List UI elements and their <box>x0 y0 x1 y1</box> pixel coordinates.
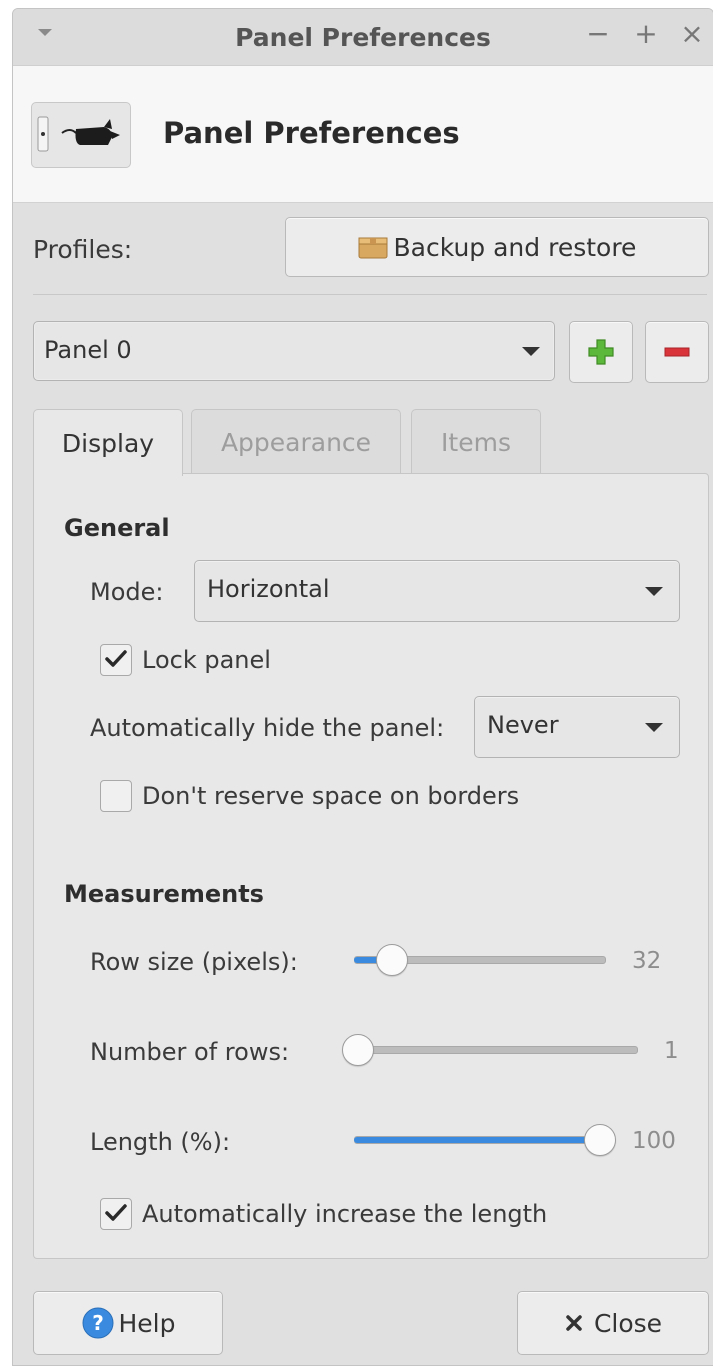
tab-appearance-label: Appearance <box>220 427 372 457</box>
svg-text:?: ? <box>92 1311 104 1335</box>
mode-select-value: Horizontal <box>207 575 330 603</box>
remove-panel-button[interactable] <box>645 321 709 383</box>
close-window-button[interactable]: × <box>677 19 707 49</box>
length-label: Length (%): <box>90 1128 231 1156</box>
tab-items[interactable]: Items <box>411 409 541 474</box>
autohide-select-value: Never <box>487 711 559 739</box>
length-slider-handle[interactable] <box>584 1124 616 1156</box>
chevron-down-icon <box>645 587 663 596</box>
chevron-down-icon <box>522 347 540 356</box>
rows-slider-handle[interactable] <box>342 1034 374 1066</box>
minimize-button[interactable]: − <box>583 19 613 49</box>
chevron-down-icon <box>645 723 663 732</box>
mode-select[interactable]: Horizontal <box>194 560 680 622</box>
autohide-label: Automatically hide the panel: <box>90 714 445 742</box>
dont-reserve-space-checkbox[interactable] <box>100 780 132 812</box>
tab-appearance[interactable]: Appearance <box>191 409 401 474</box>
dialog-header: Panel Preferences <box>13 66 713 203</box>
lock-panel-checkbox[interactable] <box>100 644 132 676</box>
header-title: Panel Preferences <box>163 116 460 150</box>
x-icon <box>566 1315 582 1331</box>
help-label: Help <box>118 1308 176 1338</box>
auto-increase-length-checkbox[interactable] <box>100 1198 132 1230</box>
help-question-icon: ? <box>82 1307 113 1339</box>
panel-preferences-window: Panel Preferences − + × Panel Preference… <box>12 8 713 1366</box>
help-button[interactable]: ? Help <box>33 1291 223 1355</box>
length-value: 100 <box>632 1128 676 1154</box>
rows-slider-track[interactable] <box>348 1046 638 1054</box>
backup-restore-label: Backup and restore <box>393 232 637 262</box>
tab-display[interactable]: Display <box>33 409 183 476</box>
tab-display-label: Display <box>61 428 155 458</box>
separator <box>33 294 707 295</box>
row-size-value: 32 <box>632 948 662 974</box>
xfce-mouse-icon <box>31 102 131 168</box>
checkmark-icon <box>105 1204 127 1221</box>
backup-restore-button[interactable]: Backup and restore <box>285 217 709 277</box>
maximize-button[interactable]: + <box>631 19 661 49</box>
row-size-label: Row size (pixels): <box>90 948 298 976</box>
close-label: Close <box>593 1308 663 1338</box>
checkmark-icon <box>105 650 127 667</box>
rows-label: Number of rows: <box>90 1038 290 1066</box>
profiles-label: Profiles: <box>33 235 133 264</box>
tab-items-label: Items <box>441 427 511 457</box>
panel-select[interactable]: Panel 0 <box>33 321 555 381</box>
length-slider-fill <box>354 1137 606 1143</box>
row-size-slider-handle[interactable] <box>376 944 408 976</box>
plus-icon <box>588 339 614 365</box>
autohide-select[interactable]: Never <box>474 696 680 758</box>
general-section-title: General <box>64 514 170 542</box>
lock-panel-label: Lock panel <box>142 646 271 674</box>
measurements-section-title: Measurements <box>64 880 264 908</box>
title-bar[interactable]: Panel Preferences − + × <box>13 9 713 66</box>
auto-increase-length-label: Automatically increase the length <box>142 1200 548 1228</box>
add-panel-button[interactable] <box>569 321 633 383</box>
display-tab-content: General Mode: Horizontal Lock panel Auto… <box>33 473 709 1259</box>
minus-icon <box>664 347 690 357</box>
package-box-icon <box>358 237 388 259</box>
rows-value: 1 <box>664 1038 679 1064</box>
panel-select-value: Panel 0 <box>44 336 132 364</box>
close-button[interactable]: Close <box>517 1291 709 1355</box>
dont-reserve-space-label: Don't reserve space on borders <box>142 782 520 810</box>
mode-label: Mode: <box>90 578 164 606</box>
